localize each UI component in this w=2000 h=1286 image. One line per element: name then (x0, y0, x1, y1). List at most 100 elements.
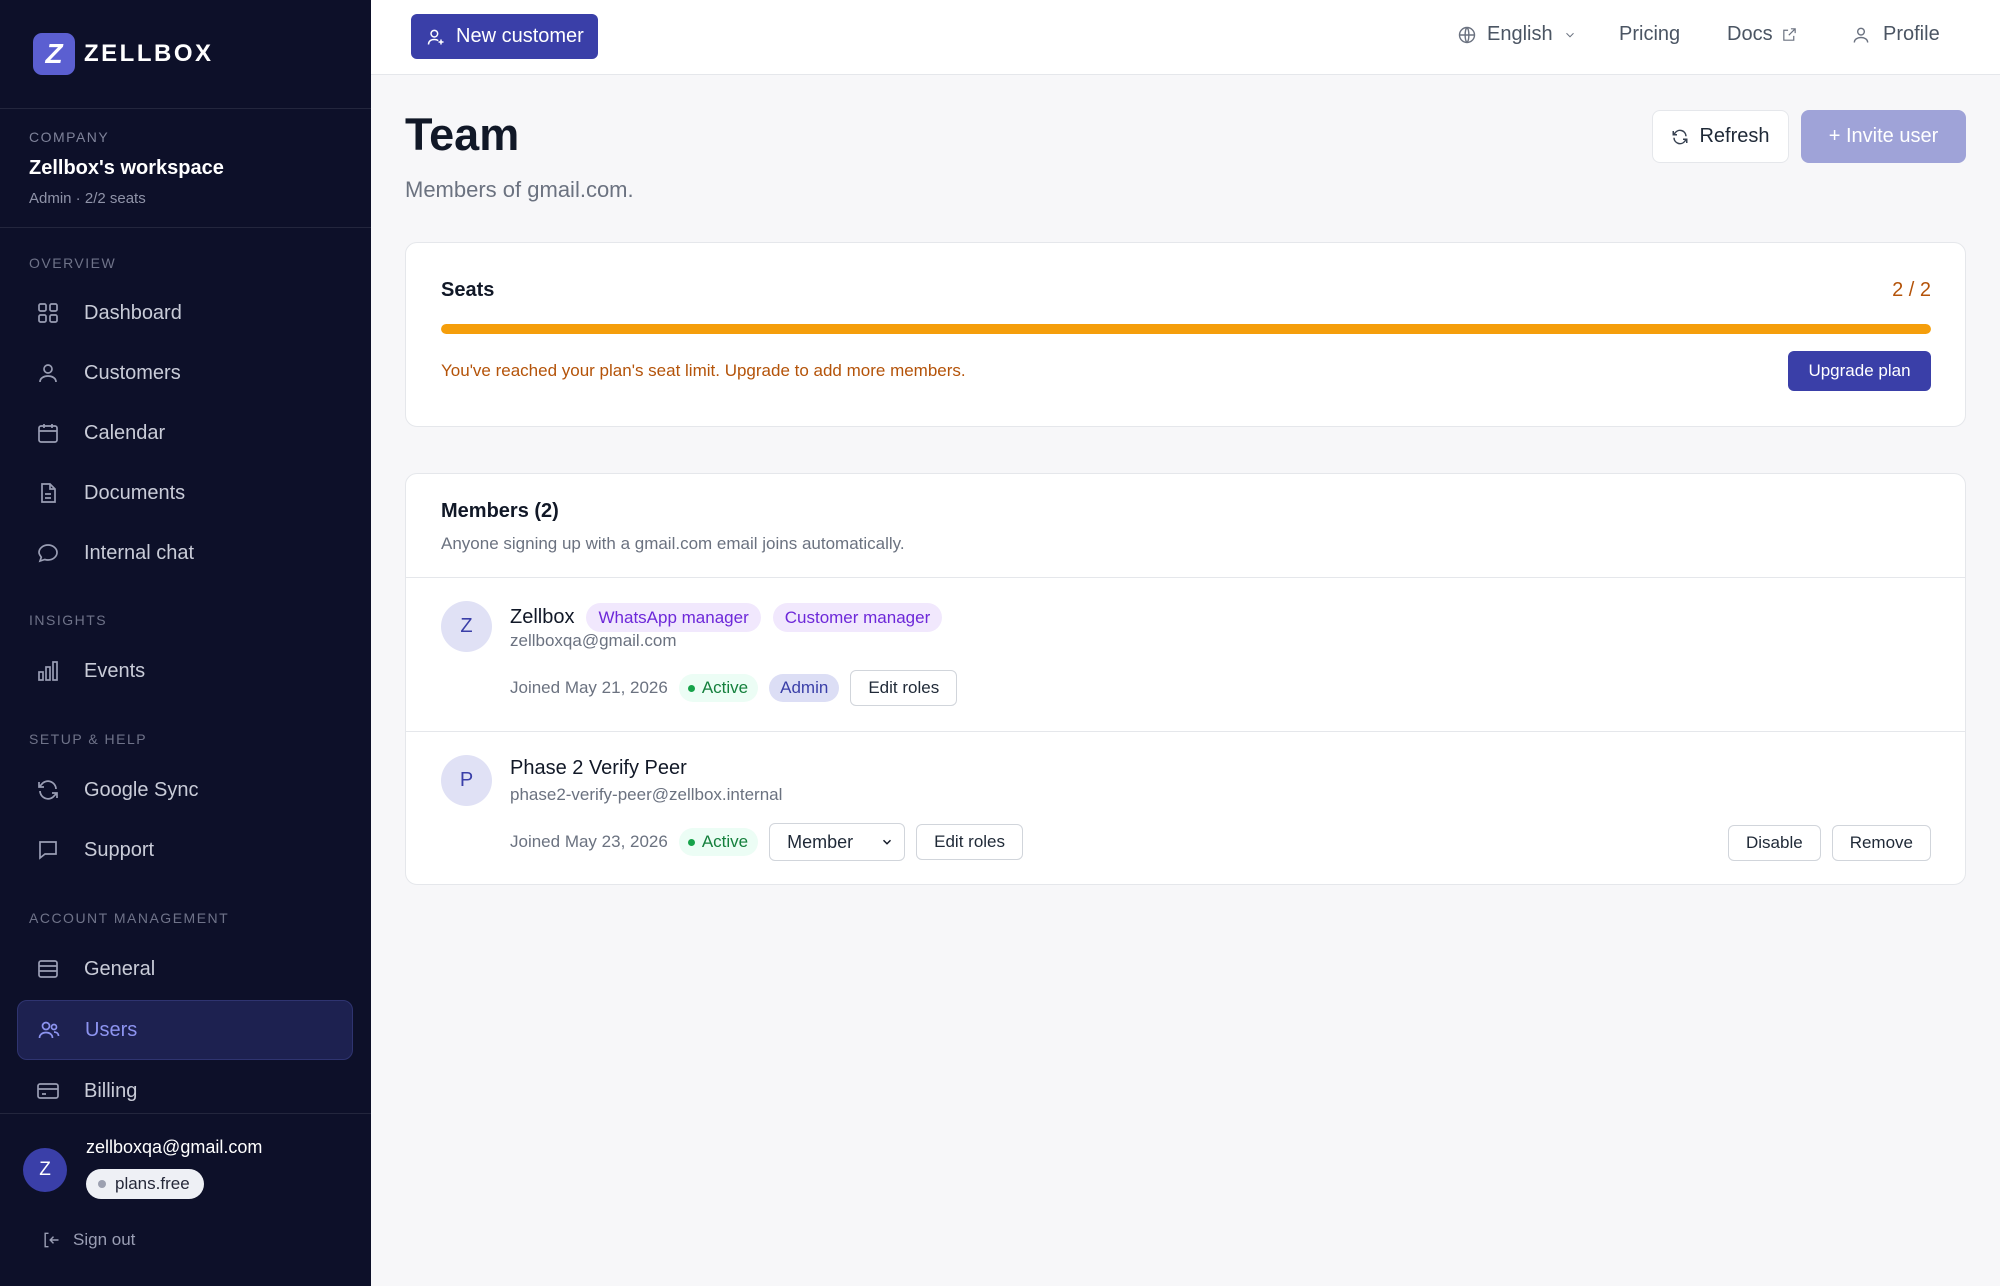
members-description: Anyone signing up with a gmail.com email… (441, 534, 905, 553)
sidebar-item-label: Documents (84, 481, 186, 504)
company-panel: COMPANY Zellbox's workspace Admin · 2/2 … (0, 109, 371, 228)
sidebar-item-label: Dashboard (84, 301, 182, 324)
sidebar-item-google-sync[interactable]: Google Sync (17, 760, 353, 820)
seats-progress-bar (441, 324, 1931, 334)
plan-badge: plans.free (86, 1169, 204, 1199)
topbar: New customer English Pricing Docs Profil… (371, 0, 2000, 75)
member-row: P Phase 2 Verify Peer phase2-verify-peer… (406, 731, 1965, 884)
section-label-setup-help: SETUP & HELP (29, 731, 148, 747)
status-dot-icon (687, 684, 695, 692)
sidebar-item-users[interactable]: Users (17, 1000, 353, 1060)
member-email: phase2-verify-peer@zellbox.internal (510, 785, 783, 804)
section-label-insights: INSIGHTS (29, 612, 108, 628)
language-selector[interactable]: English (1457, 23, 1577, 46)
brand-name: ZELLBOX (84, 40, 214, 67)
member-meta: Joined May 23, 2026 Active Member Edit r… (510, 823, 1024, 861)
users-icon (36, 1017, 62, 1043)
member-row: Z Zellbox WhatsApp manager Customer mana… (406, 578, 1965, 731)
docs-label: Docs (1727, 23, 1773, 45)
pricing-link[interactable]: Pricing (1619, 23, 1680, 46)
company-label: COMPANY (29, 129, 110, 145)
zellbox-logo-icon: Z (33, 33, 75, 75)
new-customer-label: New customer (456, 25, 584, 47)
sidebar-item-support[interactable]: Support (17, 820, 353, 880)
account-email: zellboxqa@gmail.com (86, 1137, 263, 1157)
sidebar-item-documents[interactable]: Documents (17, 463, 353, 523)
sign-out-label: Sign out (73, 1230, 136, 1249)
sign-out-button[interactable]: Sign out (41, 1230, 135, 1250)
member-name: Zellbox (510, 606, 575, 628)
joined-date: Joined May 21, 2026 (510, 678, 668, 697)
sidebar-item-internal-chat[interactable]: Internal chat (17, 523, 353, 583)
sidebar-item-customers[interactable]: Customers (17, 343, 353, 403)
role-select[interactable]: Member (769, 823, 906, 861)
external-link-icon (1782, 28, 1796, 41)
members-card: Members (2) Anyone signing up with a gma… (405, 473, 1966, 885)
status-dot-icon (687, 838, 695, 846)
sidebar-item-general[interactable]: General (17, 939, 353, 999)
page-title: Team (405, 109, 520, 160)
workspace-name: Zellbox's workspace (29, 157, 224, 179)
edit-roles-button[interactable]: Edit roles (916, 824, 1024, 860)
new-customer-button[interactable]: New customer (411, 14, 598, 59)
member-email: zellboxqa@gmail.com (510, 631, 677, 650)
sidebar-item-label: Events (84, 659, 146, 682)
sidebar-item-label: Billing (84, 1079, 138, 1102)
globe-icon (1458, 26, 1476, 43)
sidebar-item-label: Google Sync (84, 778, 199, 801)
status-badge: Active (678, 828, 759, 856)
plan-dot-icon (98, 1180, 106, 1188)
sidebar-item-label: Support (84, 838, 155, 861)
avatar: P (441, 755, 492, 806)
remove-button[interactable]: Remove (1831, 825, 1931, 861)
avatar[interactable]: Z (23, 1148, 67, 1192)
workspace-meta: Admin · 2/2 seats (29, 190, 146, 207)
document-icon (35, 480, 61, 506)
refresh-icon (1672, 129, 1688, 144)
chevron-down-icon (883, 839, 892, 845)
profile-link[interactable]: Profile (1851, 23, 1940, 46)
sidebar: Z ZELLBOX COMPANY Zellbox's workspace Ad… (0, 0, 371, 1286)
invite-user-button[interactable]: + Invite user (1801, 110, 1966, 163)
docs-link[interactable]: Docs (1727, 23, 1798, 46)
sidebar-item-dashboard[interactable]: Dashboard (17, 283, 353, 343)
seats-count: 2 / 2 (1892, 279, 1931, 301)
sidebar-item-label: Internal chat (84, 541, 195, 564)
role-tag: Customer manager (772, 603, 943, 632)
sidebar-item-events[interactable]: Events (17, 641, 353, 701)
calendar-icon (35, 420, 61, 446)
user-icon (35, 360, 61, 386)
edit-roles-button[interactable]: Edit roles (850, 670, 958, 706)
brand[interactable]: Z ZELLBOX (0, 0, 371, 109)
seats-card: Seats 2 / 2 You've reached your plan's s… (405, 242, 1966, 427)
chevron-down-icon (1565, 32, 1574, 37)
refresh-button[interactable]: Refresh (1652, 110, 1789, 163)
user-icon (1853, 27, 1869, 43)
status-label: Active (701, 678, 749, 697)
plan-label: plans.free (115, 1174, 190, 1193)
section-label-account-management: ACCOUNT MANAGEMENT (29, 910, 230, 926)
status-badge: Active (678, 674, 759, 702)
disable-button[interactable]: Disable (1727, 825, 1821, 861)
section-label-overview: OVERVIEW (29, 255, 117, 271)
seats-progress-fill (441, 324, 1931, 334)
sidebar-item-billing[interactable]: Billing (17, 1061, 353, 1121)
member-name-line: Zellbox WhatsApp manager Customer manage… (510, 603, 943, 632)
chat-icon (35, 540, 61, 566)
role-tag: WhatsApp manager (586, 603, 761, 632)
grid-icon (35, 300, 61, 326)
sidebar-item-label: Calendar (84, 421, 166, 444)
sidebar-item-calendar[interactable]: Calendar (17, 403, 353, 463)
seats-title: Seats (441, 279, 495, 301)
admin-role-badge: Admin (769, 674, 840, 702)
sidebar-footer: Z zellboxqa@gmail.com plans.free Sign ou… (0, 1113, 371, 1286)
bar-chart-icon (35, 658, 61, 684)
credit-card-icon (35, 1078, 61, 1104)
sign-out-icon (44, 1232, 59, 1248)
page-subtitle: Members of gmail.com. (405, 177, 634, 202)
status-label: Active (701, 832, 749, 851)
role-select-value: Member (787, 831, 854, 852)
upgrade-plan-button[interactable]: Upgrade plan (1788, 351, 1931, 391)
language-label: English (1487, 23, 1553, 45)
sidebar-item-label: General (84, 957, 156, 980)
